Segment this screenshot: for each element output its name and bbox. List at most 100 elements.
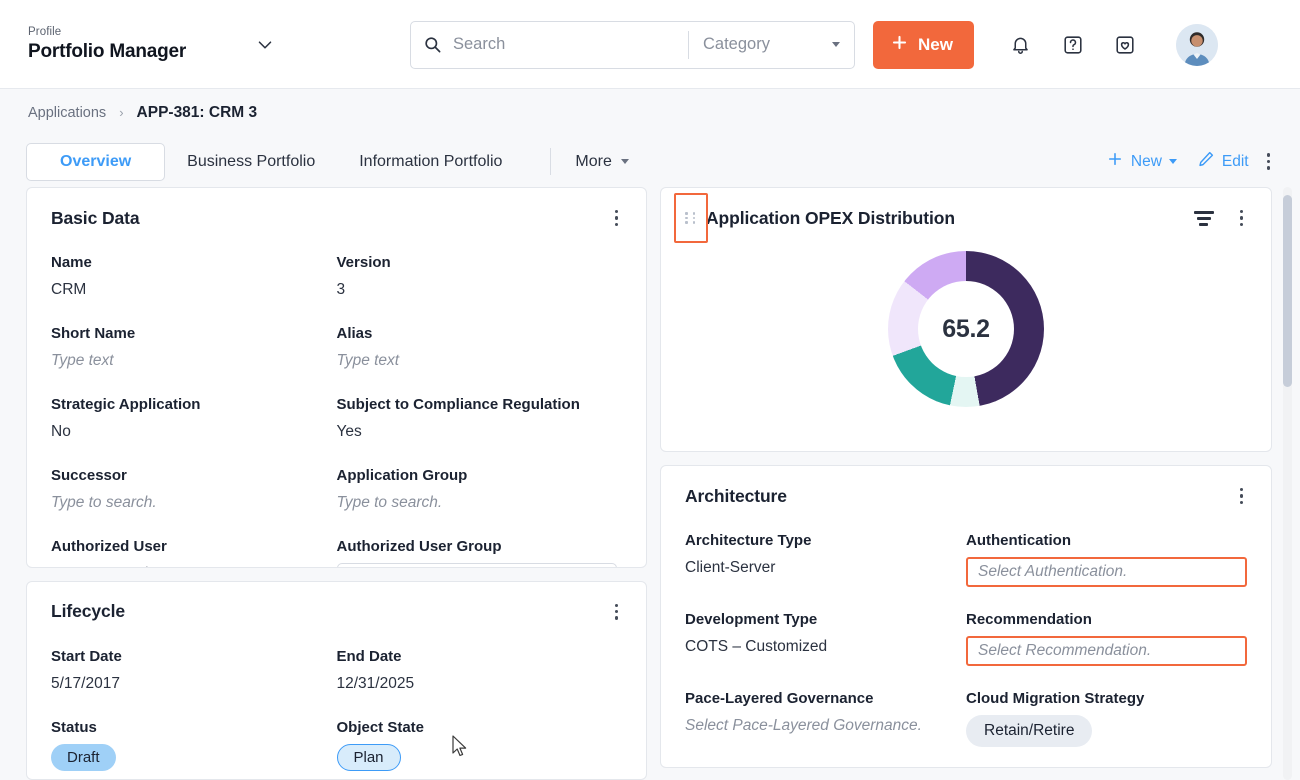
top-navigation-bar: Profile Portfolio Manager Category New: [0, 0, 1300, 89]
field-label: Pace-Layered Governance: [685, 688, 966, 709]
field-input-pace-layered-governance[interactable]: Select Pace-Layered Governance.: [685, 715, 966, 737]
card-opex-menu[interactable]: [1232, 206, 1251, 230]
field-input-successor[interactable]: Type to search.: [51, 492, 337, 514]
field-label: Strategic Application: [51, 394, 337, 415]
plus-icon: [1106, 150, 1124, 173]
right-column: Application OPEX Distribution 65.2: [660, 187, 1272, 780]
tab-bar: Overview Business Portfolio Information …: [0, 136, 1300, 187]
tab-more-dropdown[interactable]: More: [565, 153, 638, 171]
breadcrumb-root-link[interactable]: Applications: [28, 105, 106, 121]
field-input-authorized-user[interactable]: Type to search.: [51, 563, 337, 568]
field-development-type: Development Type COTS – Customized: [685, 587, 966, 666]
toolbar-edit-button[interactable]: Edit: [1187, 150, 1259, 173]
kebab-dot: [1240, 223, 1243, 226]
handle-dot: [685, 217, 688, 220]
card-basic-data-title: Basic Data: [51, 208, 140, 229]
field-start-date: Start Date 5/17/2017: [51, 624, 337, 695]
filter-icon[interactable]: [1194, 211, 1214, 226]
handle-dot: [693, 217, 696, 220]
donut-ring: 65.2: [888, 251, 1044, 407]
field-label: Short Name: [51, 323, 337, 344]
field-input-authentication[interactable]: Select Authentication.: [966, 557, 1247, 587]
drag-handle-icon[interactable]: [685, 210, 697, 226]
donut-center: 65.2: [918, 281, 1014, 377]
field-name: Name CRM: [51, 230, 337, 301]
card-lifecycle-menu[interactable]: [607, 600, 626, 624]
profile-selector[interactable]: Profile Portfolio Manager: [28, 25, 328, 64]
help-icon[interactable]: [1058, 30, 1088, 60]
card-basic-data-menu[interactable]: [607, 206, 626, 230]
search-category-dropdown[interactable]: Category: [689, 22, 854, 68]
field-label: Object State: [337, 717, 623, 738]
global-search-bar[interactable]: Category: [410, 21, 855, 69]
kebab-dot: [615, 604, 618, 607]
tab-information-portfolio-label: Information Portfolio: [359, 153, 502, 171]
field-input-recommendation[interactable]: Select Recommendation.: [966, 636, 1247, 666]
content-area: Basic Data Name CRM Version 3: [0, 187, 1300, 780]
search-input[interactable]: [453, 22, 688, 68]
handle-dot: [693, 221, 696, 224]
plus-icon: [890, 33, 909, 57]
card-architecture-menu[interactable]: [1232, 484, 1251, 508]
new-record-button-label: New: [918, 35, 953, 55]
content-scrollbar-thumb[interactable]: [1283, 195, 1292, 387]
field-value: Client-Server: [685, 557, 966, 579]
tab-information-portfolio[interactable]: Information Portfolio: [337, 143, 524, 181]
kebab-dot: [1240, 488, 1243, 491]
field-successor: Successor Type to search.: [51, 443, 337, 514]
field-label: Start Date: [51, 646, 337, 667]
field-alias: Alias Type text: [337, 301, 623, 372]
cloud-migration-strategy-badge: Retain/Retire: [966, 715, 1092, 747]
field-input-short-name[interactable]: Type text: [51, 350, 337, 372]
profile-label: Profile: [28, 25, 186, 40]
field-strategic-application: Strategic Application No: [51, 372, 337, 443]
kebab-dot: [1267, 166, 1270, 169]
new-record-button[interactable]: New: [873, 21, 974, 69]
field-application-group: Application Group Type to search.: [337, 443, 623, 514]
field-value: 5/17/2017: [51, 673, 337, 695]
kebab-dot: [1240, 210, 1243, 213]
field-label: Development Type: [685, 609, 966, 630]
field-cloud-migration-strategy: Cloud Migration Strategy Retain/Retire: [966, 666, 1247, 747]
field-recommendation: Recommendation Select Recommendation.: [966, 587, 1247, 666]
field-authorized-user: Authorized User Type to search.: [51, 514, 337, 568]
field-label: Recommendation: [966, 609, 1247, 630]
field-label: Authorized User: [51, 536, 337, 557]
chevron-down-icon[interactable]: [254, 34, 276, 56]
favorites-icon[interactable]: [1110, 30, 1140, 60]
card-architecture: Architecture Architecture Type Client-Se…: [660, 465, 1272, 768]
donut-center-value: 65.2: [942, 315, 989, 344]
caret-down-icon: [832, 42, 840, 47]
field-input-alias[interactable]: Type text: [337, 350, 623, 372]
card-lifecycle: Lifecycle Start Date 5/17/2017 End Date …: [26, 581, 647, 780]
toolbar-new-button[interactable]: New: [1096, 150, 1187, 173]
tab-overview[interactable]: Overview: [26, 143, 165, 181]
breadcrumb: Applications › APP-381: CRM 3: [0, 89, 1300, 136]
opex-donut-chart[interactable]: 65.2: [661, 230, 1271, 428]
user-avatar[interactable]: [1176, 24, 1218, 66]
kebab-dot: [615, 616, 618, 619]
handle-dot: [693, 212, 696, 215]
kebab-dot: [615, 210, 618, 213]
field-input-authorized-user-group[interactable]: Type to search.: [337, 563, 617, 568]
profile-name: Portfolio Manager: [28, 40, 186, 64]
field-status: Status Draft: [51, 695, 337, 771]
tab-divider: [550, 148, 551, 175]
toolbar-kebab-menu[interactable]: [1259, 149, 1278, 173]
tab-overview-label: Overview: [60, 153, 131, 171]
field-value: Yes: [337, 421, 623, 443]
field-value: 12/31/2025: [337, 673, 623, 695]
field-value: 3: [337, 279, 623, 301]
field-input-application-group[interactable]: Type to search.: [337, 492, 623, 514]
filter-line: [1194, 211, 1214, 214]
kebab-dot: [1267, 160, 1270, 163]
filter-line: [1199, 223, 1208, 226]
field-label: Alias: [337, 323, 623, 344]
card-lifecycle-header: Lifecycle: [27, 582, 646, 624]
field-value: COTS – Customized: [685, 636, 966, 658]
tab-business-portfolio[interactable]: Business Portfolio: [165, 143, 337, 181]
field-label: Version: [337, 252, 623, 273]
bell-icon[interactable]: [1006, 30, 1036, 60]
card-opex-title: Application OPEX Distribution: [706, 208, 955, 229]
tab-business-portfolio-label: Business Portfolio: [187, 153, 315, 171]
